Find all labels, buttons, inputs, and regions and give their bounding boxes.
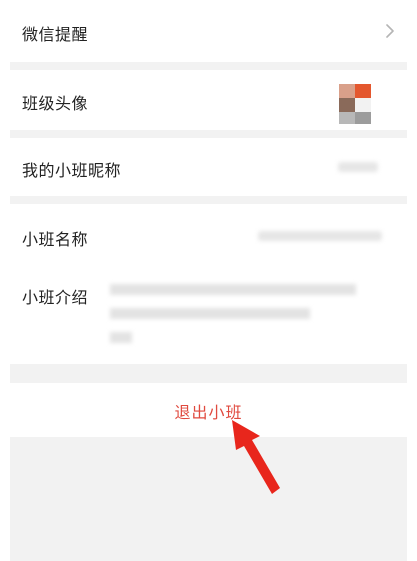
exit-class-button[interactable]: 退出小班 (10, 383, 407, 437)
class-intro-label: 小班介绍 (22, 288, 89, 307)
row-class-name-intro: 小班名称 小班介绍 (10, 204, 407, 364)
class-name-value-redacted (258, 231, 382, 241)
class-avatar-label: 班级头像 (22, 94, 89, 113)
row-class-avatar[interactable]: 班级头像 (10, 70, 407, 130)
row-my-class-nickname[interactable]: 我的小班昵称 (10, 138, 407, 196)
wechat-reminder-label: 微信提醒 (22, 25, 89, 44)
settings-page: 微信提醒 班级头像 我的小班昵称 小班名称 小班介绍 退出小班 (0, 0, 417, 561)
red-arrow-icon (232, 420, 280, 494)
class-name-label: 小班名称 (22, 230, 89, 249)
chevron-right-icon (386, 24, 394, 38)
row-wechat-reminder[interactable]: 微信提醒 (10, 0, 407, 62)
exit-class-label: 退出小班 (174, 403, 243, 422)
intro-line-1-redacted (110, 284, 356, 295)
nickname-value-redacted (338, 162, 378, 172)
intro-line-2-redacted (110, 308, 310, 319)
avatar (339, 84, 371, 124)
intro-line-3-redacted (110, 332, 132, 343)
my-class-nickname-label: 我的小班昵称 (22, 161, 122, 180)
